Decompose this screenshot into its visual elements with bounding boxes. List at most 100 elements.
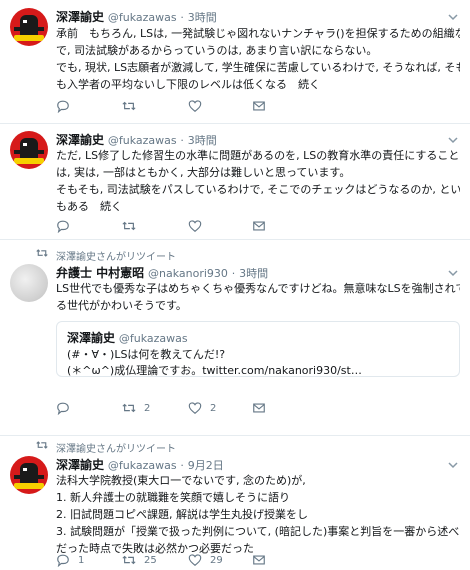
- timestamp[interactable]: 3時間: [188, 134, 217, 147]
- chevron-down-icon[interactable]: [448, 268, 458, 278]
- display-name[interactable]: 弁護士 中村憲昭: [56, 266, 144, 280]
- display-name[interactable]: 深澤諭史: [56, 458, 104, 472]
- tweet[interactable]: 深澤諭史 @fukazawas · 3時間 承前 もちろん, LSは, 一発試験…: [0, 0, 470, 124]
- tweet-line: も入学者の平均ないし下限のレベルは低くなる 続く: [56, 78, 320, 91]
- separator-dot: ·: [180, 134, 184, 147]
- tweet[interactable]: 深澤諭史 @fukazawas · 3時間 ただ, LS修了した修習生の水準に問…: [0, 124, 470, 240]
- display-name[interactable]: 深澤諭史: [56, 10, 104, 24]
- avatar[interactable]: [10, 131, 48, 169]
- user-handle[interactable]: @fukazawas: [108, 134, 177, 147]
- tweet-actions: [56, 218, 356, 234]
- reply-icon: [57, 554, 69, 567]
- tweet-text: ただ, LS修了した修習生の水準に問題があるのを, LSの教育水準の責任にするこ…: [56, 147, 460, 215]
- separator-dot: ·: [180, 459, 184, 472]
- tweet-text: 法科大学院教授(東大ロ一でないです, 念のため)が, 1. 新人弁護士の就職難を…: [56, 472, 460, 557]
- like-button[interactable]: 2: [188, 400, 216, 416]
- envelope-icon: [253, 555, 265, 565]
- tweet-line: もある 続く: [56, 200, 122, 213]
- tweet-line: 承前 もちろん, LSは, 一発試験じゃ図れないナンチャラ()を担保するための組…: [56, 27, 460, 40]
- direct-message-button[interactable]: [252, 400, 266, 416]
- tweet-line: 1. 新人弁護士の就職難を笑顔で嬉しそうに語り: [56, 491, 290, 504]
- tweet-line: で, 司法試験があるからっていうのは, あまり言い訳にならない。: [56, 44, 378, 57]
- reply-icon: [57, 100, 69, 113]
- retweet-icon: [36, 249, 48, 257]
- tweet-line: でも, 現状, LS志願者が激減して, 学生確保に苦慮しているわけで, そうなれ…: [56, 61, 460, 74]
- tweet-header: 深澤諭史 @fukazawas · 3時間: [56, 8, 217, 25]
- separator-dot: ·: [231, 267, 236, 280]
- retweet-button[interactable]: 25: [122, 552, 157, 568]
- retweet-icon: [122, 221, 136, 231]
- retweet-icon: [122, 403, 136, 413]
- user-handle[interactable]: @nakanori930: [148, 267, 228, 280]
- like-button[interactable]: 29: [188, 552, 223, 568]
- tweet-line: LS世代でも優秀な子はめちゃくちゃ優秀なんですけどね。無意味なLSを強制されてい: [56, 282, 460, 295]
- retweet-icon: [122, 555, 136, 565]
- quoted-display-name: 深澤諭史: [67, 331, 116, 345]
- retweet-icon: [36, 441, 48, 449]
- retweet-icon: [122, 101, 136, 111]
- reply-count: 1: [78, 554, 85, 566]
- tweet-text: 承前 もちろん, LSは, 一発試験じゃ図れないナンチャラ()を担保するための組…: [56, 25, 460, 93]
- tweet-text: LS世代でも優秀な子はめちゃくちゃ優秀なんですけどね。無意味なLSを強制されてい…: [56, 280, 460, 314]
- retweet-button[interactable]: 2: [122, 400, 150, 416]
- tweet-header: 深澤諭史 @fukazawas · 3時間: [56, 131, 217, 148]
- quoted-tweet[interactable]: 深澤諭史 @fukazawas (#・∀・)LSは何を教えてんだ!? (＊^ω^…: [56, 321, 460, 377]
- tweet-header: 深澤諭史 @fukazawas · 9月2日: [56, 456, 224, 473]
- envelope-icon: [253, 403, 265, 413]
- reply-button[interactable]: 1: [56, 552, 84, 568]
- direct-message-button[interactable]: [252, 98, 266, 114]
- retweet-button[interactable]: [122, 98, 136, 114]
- like-button[interactable]: [188, 218, 202, 234]
- retweet-count: 25: [144, 554, 157, 566]
- reply-button[interactable]: [56, 98, 70, 114]
- retweet-label[interactable]: 深澤諭史さんがリツイート: [56, 440, 176, 455]
- avatar[interactable]: [10, 456, 48, 494]
- tweet-line: る世代がかわいそうです。: [56, 299, 187, 312]
- heart-icon: [188, 402, 202, 414]
- tweet-actions: [56, 98, 356, 114]
- timestamp[interactable]: 3時間: [239, 267, 268, 280]
- envelope-icon: [253, 101, 265, 111]
- avatar[interactable]: [10, 8, 48, 46]
- envelope-icon: [253, 221, 265, 231]
- chevron-down-icon[interactable]: [448, 12, 458, 22]
- tweet-line: 法科大学院教授(東大ロ一でないです, 念のため)が,: [56, 474, 306, 487]
- tweet-actions: 2 2: [56, 400, 356, 416]
- retweet-label[interactable]: 深澤諭史さんがリツイート: [56, 248, 176, 263]
- tweet-line: は, 実は, 一部はともかく, 大部分は難しいと思っています。: [56, 166, 351, 179]
- reply-icon: [57, 402, 69, 415]
- quoted-user-handle: @fukazawas: [118, 332, 188, 345]
- reply-button[interactable]: [56, 400, 70, 416]
- direct-message-button[interactable]: [252, 552, 266, 568]
- quoted-tweet-line: (#・∀・)LSは何を教えてんだ!?: [67, 348, 226, 361]
- display-name[interactable]: 深澤諭史: [56, 133, 104, 147]
- chevron-down-icon[interactable]: [448, 460, 458, 470]
- heart-icon: [188, 554, 202, 566]
- heart-icon: [188, 100, 202, 112]
- tweet-header: 弁護士 中村憲昭 @nakanori930 · 3時間: [56, 264, 268, 281]
- tweet[interactable]: 深澤諭史さんがリツイート 弁護士 中村憲昭 @nakanori930 · 3時間…: [0, 240, 470, 436]
- tweet-line: ただ, LS修了した修習生の水準に問題があるのを, LSの教育水準の責任にするこ…: [56, 149, 460, 162]
- timestamp[interactable]: 9月2日: [188, 459, 224, 472]
- retweet-count: 2: [144, 402, 151, 414]
- reply-button[interactable]: [56, 218, 70, 234]
- tweet-actions: 1 25 29: [56, 552, 356, 568]
- direct-message-button[interactable]: [252, 218, 266, 234]
- quoted-tweet-header: 深澤諭史 @fukazawas: [67, 329, 188, 346]
- like-count: 29: [210, 554, 223, 566]
- user-handle[interactable]: @fukazawas: [108, 459, 177, 472]
- user-handle[interactable]: @fukazawas: [108, 11, 177, 24]
- avatar[interactable]: [10, 264, 48, 302]
- heart-icon: [188, 220, 202, 232]
- quoted-tweet-line: (＊^ω^)成仏理論ですお。twitter.com/nakanori930/st…: [67, 364, 362, 377]
- like-count: 2: [210, 402, 217, 414]
- chevron-down-icon[interactable]: [448, 135, 458, 145]
- tweet-line: 2. 旧試問題コピペ課題, 解説は学生丸投げ授業をし: [56, 508, 308, 521]
- tweet-line: そもそも, 司法試験をパスしているわけで, そこでのチェックはどうなるのか, と…: [56, 183, 460, 196]
- like-button[interactable]: [188, 98, 202, 114]
- reply-icon: [57, 220, 69, 233]
- tweet-line: 3. 試験問題が「授業で扱った判例について, (暗記した)事案と判旨を一審から述…: [56, 525, 460, 538]
- retweet-button[interactable]: [122, 218, 136, 234]
- timestamp[interactable]: 3時間: [188, 11, 217, 24]
- tweet[interactable]: 深澤諭史さんがリツイート 深澤諭史 @fukazawas · 9月2日 法科大学…: [0, 436, 470, 570]
